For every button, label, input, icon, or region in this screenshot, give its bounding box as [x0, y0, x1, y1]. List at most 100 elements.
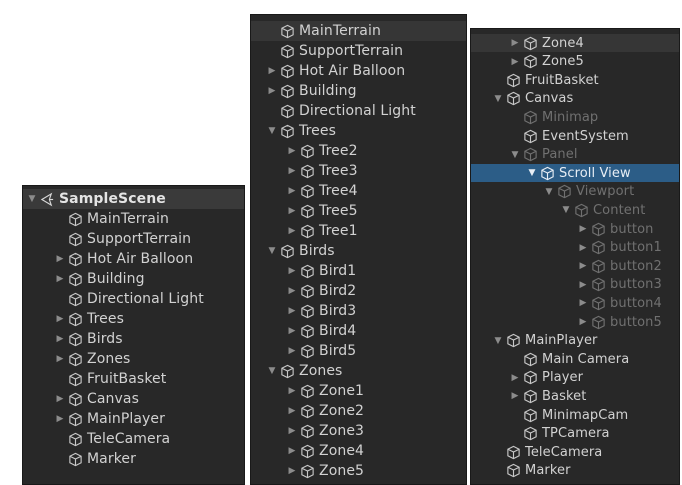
expand-arrow-right-icon[interactable]: ▶ [285, 226, 299, 236]
expand-arrow-down-icon[interactable]: ▼ [508, 150, 522, 160]
expand-arrow-right-icon[interactable]: ▶ [285, 386, 299, 396]
hierarchy-row-zone4[interactable]: ▶ Zone4 [251, 441, 466, 461]
hierarchy-row-mainterrain[interactable]: ▶MainTerrain [251, 21, 466, 41]
hierarchy-row-zones[interactable]: ▶ Zones [23, 349, 244, 369]
hierarchy-row-tree3[interactable]: ▶ Tree3 [251, 161, 466, 181]
hierarchy-row-canvas[interactable]: ▶ Canvas [23, 389, 244, 409]
hierarchy-row-button2[interactable]: ▶ button2 [471, 257, 679, 275]
hierarchy-row-canvas[interactable]: ▼ Canvas [471, 90, 679, 108]
hierarchy-row-button[interactable]: ▶ button [471, 220, 679, 238]
expand-arrow-right-icon[interactable]: ▶ [285, 446, 299, 456]
expand-arrow-right-icon[interactable]: ▶ [285, 206, 299, 216]
hierarchy-row-zone1[interactable]: ▶ Zone1 [251, 381, 466, 401]
hierarchy-row-birds[interactable]: ▶ Birds [23, 329, 244, 349]
hierarchy-row-tree1[interactable]: ▶ Tree1 [251, 221, 466, 241]
expand-arrow-right-icon[interactable]: ▶ [285, 306, 299, 316]
hierarchy-row-panel[interactable]: ▼ Panel [471, 146, 679, 164]
hierarchy-row-hot-air-balloon[interactable]: ▶ Hot Air Balloon [251, 61, 466, 81]
hierarchy-row-zone2[interactable]: ▶ Zone2 [251, 401, 466, 421]
hierarchy-panel-canvas-mainplayer[interactable]: ▶Zone4▶Zone5▶FruitBasket▼Canvas▶Minimap▶… [470, 28, 680, 485]
hierarchy-row-building[interactable]: ▶ Building [23, 269, 244, 289]
expand-arrow-down-icon[interactable]: ▼ [542, 187, 556, 197]
hierarchy-row-zone5[interactable]: ▶ Zone5 [251, 461, 466, 481]
hierarchy-panel-scene-root[interactable]: ▼SampleScene▶MainTerrain▶SupportTerrain▶… [22, 185, 245, 485]
expand-arrow-right-icon[interactable]: ▶ [53, 354, 67, 364]
expand-arrow-right-icon[interactable]: ▶ [285, 186, 299, 196]
expand-arrow-right-icon[interactable]: ▶ [265, 66, 279, 76]
expand-arrow-right-icon[interactable]: ▶ [285, 466, 299, 476]
hierarchy-row-button4[interactable]: ▶ button4 [471, 294, 679, 312]
hierarchy-row-bird1[interactable]: ▶ Bird1 [251, 261, 466, 281]
hierarchy-panel-trees-birds-zones[interactable]: ▶MainTerrain▶SupportTerrain▶Hot Air Ball… [250, 14, 467, 485]
hierarchy-row-button3[interactable]: ▶ button3 [471, 276, 679, 294]
hierarchy-row-samplescene[interactable]: ▼ SampleScene [23, 189, 244, 209]
expand-arrow-right-icon[interactable]: ▶ [53, 274, 67, 284]
expand-arrow-right-icon[interactable]: ▶ [576, 224, 590, 234]
hierarchy-row-marker[interactable]: ▶Marker [471, 462, 679, 480]
hierarchy-row-bird4[interactable]: ▶ Bird4 [251, 321, 466, 341]
expand-arrow-right-icon[interactable]: ▶ [576, 243, 590, 253]
expand-arrow-right-icon[interactable]: ▶ [285, 426, 299, 436]
expand-arrow-right-icon[interactable]: ▶ [285, 406, 299, 416]
expand-arrow-right-icon[interactable]: ▶ [53, 314, 67, 324]
hierarchy-row-telecamera[interactable]: ▶TeleCamera [471, 443, 679, 461]
expand-arrow-right-icon[interactable]: ▶ [576, 261, 590, 271]
hierarchy-row-mainplayer[interactable]: ▶ MainPlayer [23, 409, 244, 429]
hierarchy-row-trees[interactable]: ▶ Trees [23, 309, 244, 329]
hierarchy-row-telecamera[interactable]: ▶TeleCamera [23, 429, 244, 449]
expand-arrow-right-icon[interactable]: ▶ [53, 414, 67, 424]
hierarchy-row-scroll-view[interactable]: ▼ Scroll View [471, 164, 679, 183]
hierarchy-row-tree2[interactable]: ▶ Tree2 [251, 141, 466, 161]
hierarchy-row-button1[interactable]: ▶ button1 [471, 239, 679, 257]
hierarchy-row-eventsystem[interactable]: ▶EventSystem [471, 127, 679, 145]
expand-arrow-right-icon[interactable]: ▶ [285, 346, 299, 356]
hierarchy-row-player[interactable]: ▶ Player [471, 369, 679, 387]
hierarchy-row-zones[interactable]: ▼ Zones [251, 361, 466, 381]
expand-arrow-right-icon[interactable]: ▶ [508, 57, 522, 67]
hierarchy-row-tree4[interactable]: ▶ Tree4 [251, 181, 466, 201]
expand-arrow-right-icon[interactable]: ▶ [285, 326, 299, 336]
expand-arrow-right-icon[interactable]: ▶ [508, 38, 522, 48]
hierarchy-row-content[interactable]: ▼ Content [471, 201, 679, 219]
expand-arrow-down-icon[interactable]: ▼ [525, 168, 539, 178]
expand-arrow-right-icon[interactable]: ▶ [285, 286, 299, 296]
hierarchy-row-trees[interactable]: ▼ Trees [251, 121, 466, 141]
expand-arrow-down-icon[interactable]: ▼ [491, 94, 505, 104]
hierarchy-row-mainterrain[interactable]: ▶MainTerrain [23, 209, 244, 229]
expand-arrow-right-icon[interactable]: ▶ [508, 373, 522, 383]
hierarchy-row-supportterrain[interactable]: ▶SupportTerrain [23, 229, 244, 249]
expand-arrow-right-icon[interactable]: ▶ [576, 317, 590, 327]
expand-arrow-down-icon[interactable]: ▼ [491, 336, 505, 346]
hierarchy-row-zone3[interactable]: ▶ Zone3 [251, 421, 466, 441]
hierarchy-row-minimapcam[interactable]: ▶MinimapCam [471, 406, 679, 424]
expand-arrow-right-icon[interactable]: ▶ [285, 166, 299, 176]
expand-arrow-down-icon[interactable]: ▼ [265, 366, 279, 376]
expand-arrow-right-icon[interactable]: ▶ [285, 266, 299, 276]
expand-arrow-down-icon[interactable]: ▼ [265, 246, 279, 256]
hierarchy-row-bird2[interactable]: ▶ Bird2 [251, 281, 466, 301]
expand-arrow-right-icon[interactable]: ▶ [285, 146, 299, 156]
hierarchy-row-bird5[interactable]: ▶ Bird5 [251, 341, 466, 361]
expand-arrow-right-icon[interactable]: ▶ [53, 254, 67, 264]
expand-arrow-right-icon[interactable]: ▶ [576, 298, 590, 308]
hierarchy-row-supportterrain[interactable]: ▶SupportTerrain [251, 41, 466, 61]
expand-arrow-down-icon[interactable]: ▼ [25, 194, 39, 204]
hierarchy-row-marker[interactable]: ▶Marker [23, 449, 244, 469]
hierarchy-row-main-camera[interactable]: ▶Main Camera [471, 350, 679, 368]
hierarchy-row-hot-air-balloon[interactable]: ▶ Hot Air Balloon [23, 249, 244, 269]
hierarchy-row-tpcamera[interactable]: ▶TPCamera [471, 425, 679, 443]
hierarchy-row-mainplayer[interactable]: ▼ MainPlayer [471, 332, 679, 350]
expand-arrow-right-icon[interactable]: ▶ [265, 86, 279, 96]
hierarchy-row-viewport[interactable]: ▼ Viewport [471, 183, 679, 201]
hierarchy-row-birds[interactable]: ▼ Birds [251, 241, 466, 261]
expand-arrow-right-icon[interactable]: ▶ [53, 334, 67, 344]
expand-arrow-down-icon[interactable]: ▼ [559, 205, 573, 215]
expand-arrow-right-icon[interactable]: ▶ [576, 280, 590, 290]
hierarchy-row-fruitbasket[interactable]: ▶FruitBasket [23, 369, 244, 389]
hierarchy-row-directional-light[interactable]: ▶Directional Light [251, 101, 466, 121]
expand-arrow-down-icon[interactable]: ▼ [265, 126, 279, 136]
hierarchy-row-zone4[interactable]: ▶ Zone4 [471, 34, 679, 52]
hierarchy-row-bird3[interactable]: ▶ Bird3 [251, 301, 466, 321]
hierarchy-row-building[interactable]: ▶ Building [251, 81, 466, 101]
expand-arrow-right-icon[interactable]: ▶ [508, 391, 522, 401]
